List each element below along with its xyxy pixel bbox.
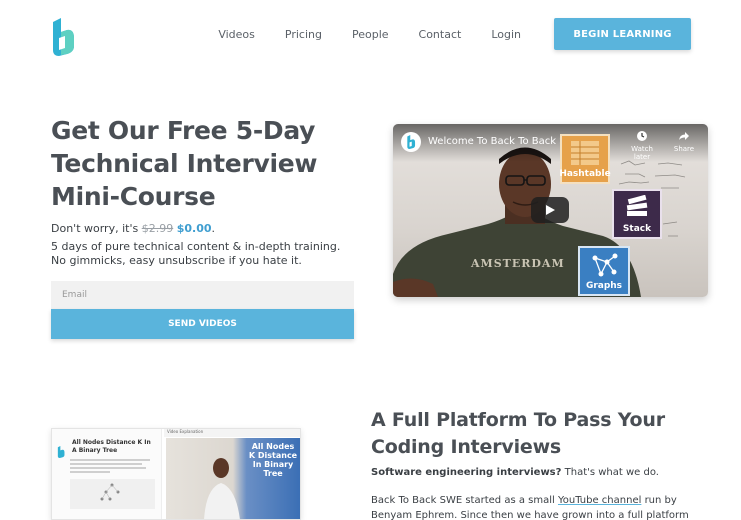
graphs-card: Graphs [578,246,630,296]
email-placeholder: Email [62,290,87,300]
screenshot-video: All Nodes K Distance In Binary Tree [166,438,300,519]
watch-later-label: Watch later [631,145,653,161]
top-nav: Videos Pricing People Contact Login BEGI… [218,18,691,50]
nav-pricing[interactable]: Pricing [285,28,322,41]
nav-contact[interactable]: Contact [419,28,462,41]
price-line: Don't worry, it's $2.99 $0.00. [51,222,215,235]
screenshot-video-panel: Video Explanation All Nodes K Distance I… [164,429,300,519]
screenshot-tab: Video Explanation [164,429,300,437]
price-suffix: . [211,222,216,235]
logo[interactable] [51,18,75,56]
clock-icon [637,131,647,141]
begin-learning-button[interactable]: BEGIN LEARNING [554,18,691,50]
stack-label: Stack [622,224,652,234]
video-title[interactable]: Welcome To Back To Back SWE [428,136,582,147]
platform-screenshot: All Nodes Distance K In A Binary Tree Vi… [51,428,301,520]
platform-subtitle: Software engineering interviews? That's … [371,467,659,478]
hashtable-label: Hashtable [559,169,611,179]
share-label: Share [673,145,695,153]
nav-people[interactable]: People [352,28,389,41]
graphs-label: Graphs [585,281,623,291]
b-logo-icon [53,18,74,56]
screenshot-video-title: All Nodes K Distance In Binary Tree [248,442,298,478]
stack-icon [626,195,648,216]
price-prefix: Don't worry, it's [51,222,142,235]
screenshot-problem-title: All Nodes Distance K In A Binary Tree [72,439,151,454]
shirt-text: AMSTERDAM [470,257,565,270]
channel-avatar[interactable] [401,132,421,152]
price-new: $0.00 [176,222,212,235]
youtube-video-embed[interactable]: AMSTERDAM Welcome To Back To Back SWE Wa… [393,124,708,297]
youtube-channel-link[interactable]: YouTube channel [558,495,641,506]
stack-card: Stack [612,189,662,239]
share-button[interactable]: Share [673,130,695,153]
nav-videos[interactable]: Videos [218,28,255,41]
platform-title: A Full Platform To Pass Your Coding Inte… [371,409,665,458]
screenshot-problem-text [70,459,155,509]
platform-body: Back To Back SWE started as a small YouT… [371,493,701,520]
platform-subtitle-rest: That's what we do. [561,467,659,478]
screenshot-problem-panel: All Nodes Distance K In A Binary Tree [52,429,162,519]
hero-title: Get Our Free 5-Day Technical Interview M… [51,116,318,211]
hashtable-card: Hashtable [559,134,611,184]
b-logo-icon [407,135,416,149]
b-logo-icon [57,446,65,458]
email-input[interactable]: Email [51,281,354,309]
hashtable-icon [571,141,599,165]
play-icon [546,205,555,215]
play-button[interactable] [531,197,569,223]
hero-description: 5 days of pure technical content & in-de… [51,240,341,267]
share-arrow-icon [679,132,689,140]
nav-login[interactable]: Login [491,28,521,41]
watch-later-button[interactable]: Watch later [623,130,661,161]
platform-body-start: Back To Back SWE started as a small [371,495,558,506]
platform-subtitle-bold: Software engineering interviews? [371,467,562,478]
graph-icon [592,253,618,277]
price-old: $2.99 [141,222,174,235]
send-videos-button[interactable]: SEND VIDEOS [51,309,354,339]
screenshot-presenter [204,458,240,519]
